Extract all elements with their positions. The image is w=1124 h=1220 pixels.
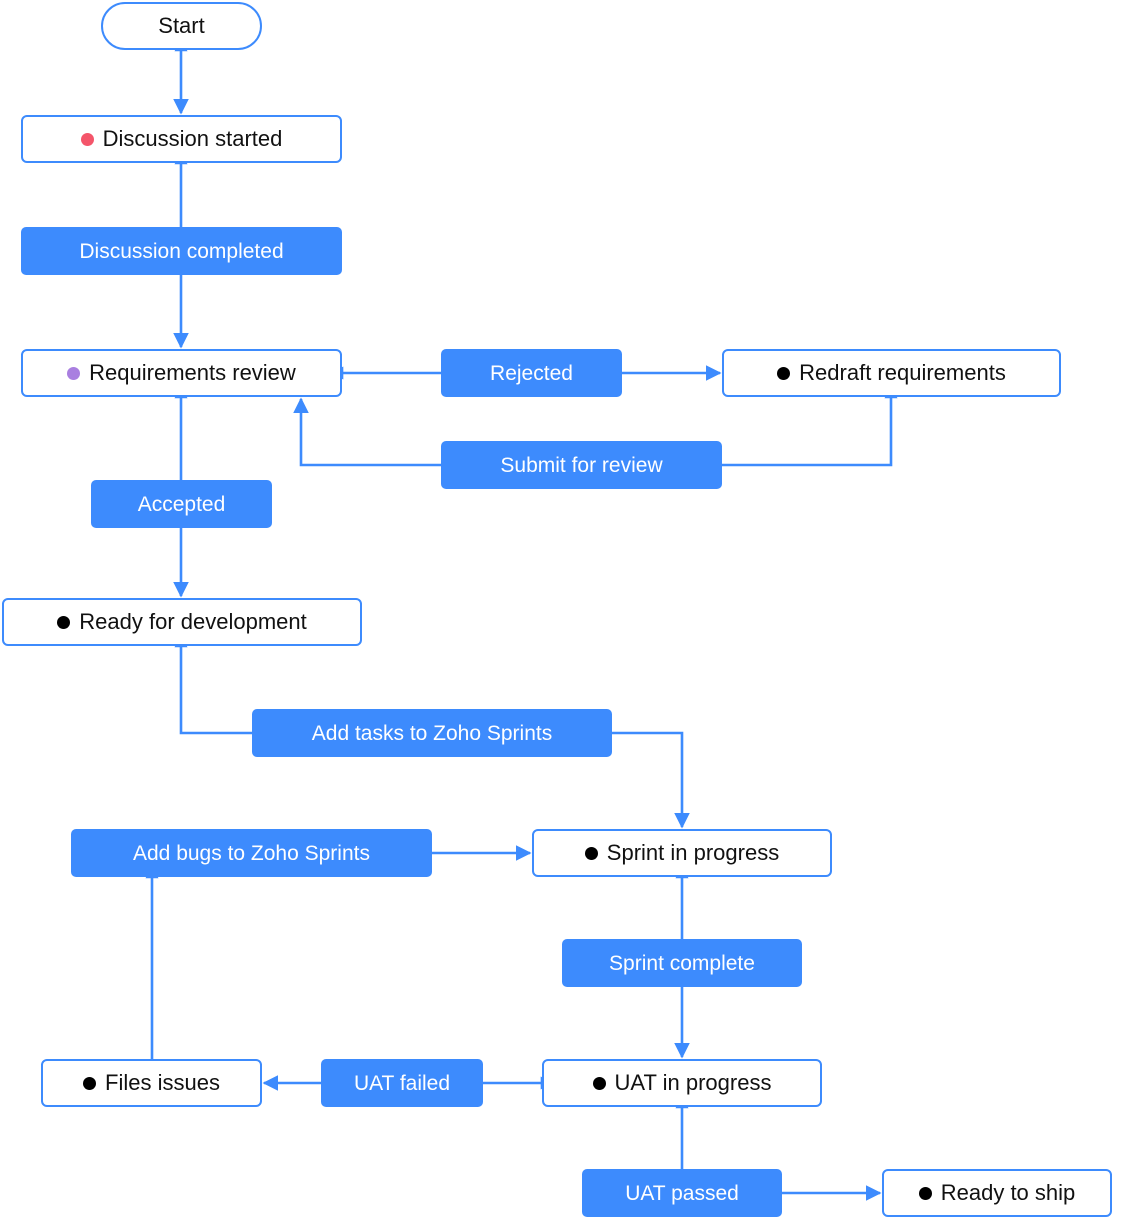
node-discussion-started-label: Discussion started [102,126,283,151]
node-ready-for-development[interactable]: Ready for development [2,598,362,646]
status-dot-black [57,615,71,629]
edge-ready-for-development-to-add-tasks [174,634,252,735]
transition-add-bugs-label: Add bugs to Zoho Sprints [133,841,370,865]
node-files-issues-label: Files issues [105,1070,220,1095]
status-dot-black [777,366,791,380]
transition-accepted[interactable]: Accepted [91,480,272,528]
transition-uat-failed-label: UAT failed [353,1071,451,1095]
node-ready-for-development-label: Ready for development [79,609,307,634]
node-sprint-in-progress[interactable]: Sprint in progress [532,829,832,877]
transition-rejected[interactable]: Rejected [441,349,622,397]
status-dot-purple [67,366,81,380]
edge-submit-for-review-to-requirements-review [293,397,441,467]
status-dot-black [83,1076,97,1090]
transition-rejected-label: Rejected [490,361,573,385]
transition-sprint-complete[interactable]: Sprint complete [562,939,802,987]
node-requirements-review[interactable]: Requirements review [21,349,342,397]
transition-accepted-label: Accepted [137,492,226,516]
node-discussion-started[interactable]: Discussion started [21,115,342,163]
transition-add-tasks-to-zoho-sprints[interactable]: Add tasks to Zoho Sprints [252,709,612,757]
flowchart-canvas: Start Discussion started Requirements re… [0,0,1124,1220]
node-redraft-requirements-label: Redraft requirements [799,360,1006,385]
transition-uat-passed-label: UAT passed [625,1181,739,1205]
status-dot-black [584,846,598,860]
node-start[interactable]: Start [101,2,262,50]
transition-submit-for-review[interactable]: Submit for review [441,441,722,489]
edge-add-tasks-to-sprint-in-progress [612,731,690,829]
status-dot-black [918,1186,932,1200]
transition-uat-failed[interactable]: UAT failed [321,1059,483,1107]
transition-add-tasks-label: Add tasks to Zoho Sprints [311,721,553,745]
transition-uat-passed[interactable]: UAT passed [582,1169,782,1217]
node-start-label: Start [158,13,205,38]
node-uat-in-progress-label: UAT in progress [614,1070,772,1095]
transition-discussion-completed-label: Discussion completed [79,239,284,263]
transition-sprint-complete-label: Sprint complete [609,951,755,975]
node-requirements-review-label: Requirements review [89,360,296,385]
transition-add-bugs-to-zoho-sprints[interactable]: Add bugs to Zoho Sprints [71,829,432,877]
status-dot-black [592,1076,606,1090]
transition-discussion-completed[interactable]: Discussion completed [21,227,342,275]
node-uat-in-progress[interactable]: UAT in progress [542,1059,822,1107]
node-ready-to-ship[interactable]: Ready to ship [882,1169,1112,1217]
edge-redraft-to-submit-for-review [722,385,898,467]
node-ready-to-ship-label: Ready to ship [940,1180,1076,1205]
status-dot-red [80,132,94,146]
node-sprint-in-progress-label: Sprint in progress [606,840,780,865]
node-files-issues[interactable]: Files issues [41,1059,262,1107]
node-redraft-requirements[interactable]: Redraft requirements [722,349,1061,397]
transition-submit-for-review-label: Submit for review [500,453,663,477]
